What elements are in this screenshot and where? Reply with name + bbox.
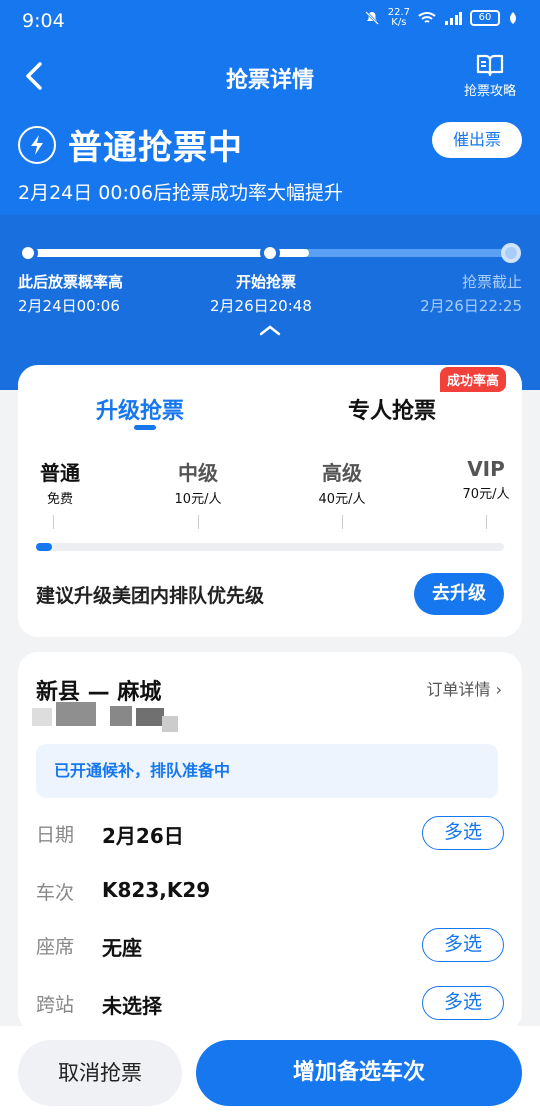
wifi-icon: [418, 12, 436, 23]
tier-basic[interactable]: 普通 免费: [36, 457, 84, 507]
redacted-info: [32, 700, 182, 732]
timeline-dot-2: [260, 243, 280, 263]
tier-tick: [198, 515, 199, 529]
seat-multi-button[interactable]: 多选: [422, 928, 504, 962]
tier-tick: [53, 515, 54, 529]
timeline-time-3: 2月26日22:25: [420, 297, 522, 315]
tab-indicator: [134, 425, 156, 430]
chevron-up-icon[interactable]: [257, 323, 283, 337]
tab-pro[interactable]: 专人抢票: [348, 393, 436, 425]
level-fill: [36, 543, 52, 551]
cross-multi-button[interactable]: 多选: [422, 986, 504, 1020]
tier-mid[interactable]: 中级 10元/人: [168, 457, 228, 507]
leaf-icon: [510, 12, 516, 24]
status-bar: 9:04 22.7 K/s 60: [0, 0, 540, 42]
success-hint: 2月24日 00:06后抢票成功率大幅提升: [18, 182, 344, 204]
signal-icon: [445, 12, 462, 25]
status-heading: 普通抢票中: [18, 120, 243, 169]
bottom-bar: 取消抢票 增加备选车次: [0, 1026, 540, 1120]
cancel-button[interactable]: 取消抢票: [18, 1040, 182, 1106]
waitlist-notice: 已开通候补，排队准备中: [36, 744, 498, 798]
order-card: 新县 — 麻城 订单详情 › 已开通候补，排队准备中 日期 2月26日 多选 车…: [18, 652, 522, 1032]
header-area: 9:04 22.7 K/s 60 抢票详情 抢票攻略 普通抢票中 催出票 2月24…: [0, 0, 540, 390]
upgrade-card: 升级抢票 专人抢票 成功率高 普通 免费 中级 10元/人 高级 40元/人 V…: [18, 365, 522, 637]
timeline-label-1: 此后放票概率高: [18, 273, 124, 291]
status-icons: 22.7 K/s 60: [364, 8, 518, 28]
mute-icon: [364, 11, 379, 25]
go-upgrade-button[interactable]: 去升级: [414, 573, 504, 615]
network-speed: 22.7 K/s: [387, 7, 410, 28]
date-multi-button[interactable]: 多选: [422, 816, 504, 850]
timeline-label-3: 抢票截止: [461, 273, 522, 291]
level-track: [36, 543, 504, 551]
tier-tick: [342, 515, 343, 529]
tier-vip[interactable]: VIP 70元/人: [456, 457, 516, 502]
book-icon: [476, 54, 504, 77]
urge-button[interactable]: 催出票: [432, 122, 522, 158]
tier-tick: [486, 515, 487, 529]
guide-button[interactable]: 抢票攻略: [458, 52, 522, 99]
upgrade-suggestion: 建议升级美团内排队优先级: [36, 585, 265, 607]
add-alternate-button[interactable]: 增加备选车次: [196, 1040, 522, 1106]
tier-high[interactable]: 高级 40元/人: [312, 457, 372, 507]
tab-upgrade[interactable]: 升级抢票: [96, 393, 184, 425]
timeline-time-2: 2月26日20:48: [210, 297, 312, 315]
success-badge: 成功率高: [440, 367, 507, 392]
bolt-icon: [18, 125, 56, 164]
timeline-time-1: 2月24日00:06: [18, 297, 120, 315]
order-detail-link[interactable]: 订单详情 ›: [427, 676, 503, 700]
timeline-label-2: 开始抢票: [236, 273, 297, 291]
timeline-panel: 此后放票概率高 开始抢票 抢票截止 2月24日00:06 2月26日20:48 …: [0, 215, 540, 390]
status-title: 普通抢票中: [68, 128, 243, 168]
clock: 9:04: [22, 10, 65, 32]
timeline-dot-3: [501, 243, 521, 263]
timeline-dot-1: [18, 243, 38, 263]
guide-label: 抢票攻略: [463, 84, 516, 99]
battery-icon: 60: [470, 10, 500, 26]
